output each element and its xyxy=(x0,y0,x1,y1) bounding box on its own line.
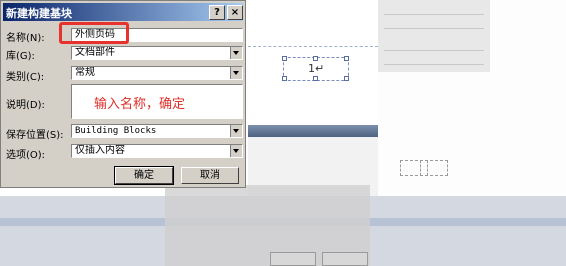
resize-handle[interactable] xyxy=(344,76,349,81)
right-ghost-panel xyxy=(378,0,490,72)
gallery-select[interactable]: 文档部件 xyxy=(71,46,243,60)
save-in-label: 保存位置(S): xyxy=(6,130,64,141)
options-value: 仅插入内容 xyxy=(75,145,125,156)
instruction-annotation: 输入名称，确定 xyxy=(94,97,186,112)
cancel-button[interactable]: 取消 xyxy=(181,167,239,184)
description-label: 说明(D): xyxy=(6,100,45,111)
page-number-text: 1↵ xyxy=(308,62,325,75)
resize-handle[interactable] xyxy=(313,76,318,81)
divider xyxy=(384,14,484,15)
save-in-value: Building Blocks xyxy=(75,126,157,136)
name-highlight-box xyxy=(59,22,129,44)
help-button[interactable]: ? xyxy=(209,5,225,20)
ghost-button xyxy=(322,252,368,266)
divider xyxy=(384,64,484,65)
chevron-down-icon[interactable] xyxy=(230,125,242,137)
divider xyxy=(384,28,484,29)
dialog-title: 新建构建基块 xyxy=(6,7,72,20)
options-select[interactable]: 仅插入内容 xyxy=(71,144,243,158)
ok-button[interactable]: 确定 xyxy=(114,166,174,185)
options-label: 选项(O): xyxy=(6,150,46,161)
ghost-frame xyxy=(420,160,448,176)
divider xyxy=(384,50,484,51)
resize-handle[interactable] xyxy=(282,76,287,81)
ghost-window-titlebar xyxy=(248,125,378,137)
ghost-button xyxy=(270,252,316,266)
gallery-value: 文档部件 xyxy=(75,47,115,58)
description-textarea[interactable]: 输入名称，确定 xyxy=(71,84,243,119)
chevron-down-icon[interactable] xyxy=(230,47,242,59)
chevron-down-icon[interactable] xyxy=(230,145,242,157)
category-value: 常规 xyxy=(75,67,95,78)
header-boundary-line xyxy=(248,46,378,47)
gallery-label: 库(G): xyxy=(6,51,35,62)
resize-handle[interactable] xyxy=(282,56,287,61)
page-number-frame[interactable]: 1↵ xyxy=(282,56,349,81)
close-button[interactable]: × xyxy=(227,5,243,20)
chevron-down-icon[interactable] xyxy=(230,67,242,79)
category-select[interactable]: 常规 xyxy=(71,66,243,80)
resize-handle[interactable] xyxy=(344,56,349,61)
save-in-select[interactable]: Building Blocks xyxy=(71,124,243,138)
resize-handle[interactable] xyxy=(313,56,318,61)
name-label: 名称(N): xyxy=(6,33,45,44)
category-label: 类别(C): xyxy=(6,72,45,83)
dialog-titlebar[interactable]: 新建构建基块 ? × xyxy=(3,3,243,21)
